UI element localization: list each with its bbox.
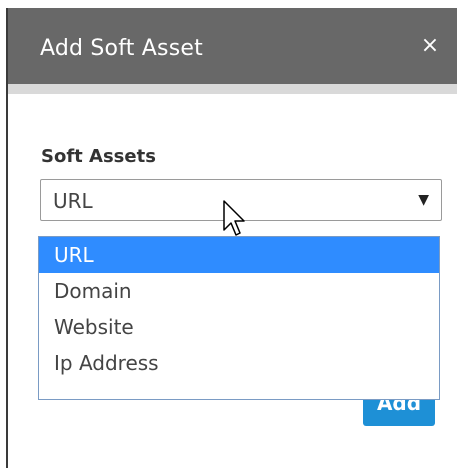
dialog-header: Add Soft Asset × <box>8 8 457 94</box>
dialog-title: Add Soft Asset <box>40 36 203 61</box>
soft-assets-label: Soft Assets <box>41 146 156 167</box>
mouse-pointer-icon <box>223 200 245 236</box>
dropdown-option-url[interactable]: URL <box>39 237 439 273</box>
dropdown-option-website[interactable]: Website <box>39 309 439 345</box>
close-icon[interactable]: × <box>420 34 440 58</box>
select-current-value: URL <box>53 189 93 213</box>
soft-assets-dropdown-list: URL Domain Website Ip Address <box>38 236 440 400</box>
dropdown-option-domain[interactable]: Domain <box>39 273 439 309</box>
chevron-down-icon[interactable]: ▼ <box>418 192 429 208</box>
dropdown-option-ip-address[interactable]: Ip Address <box>39 345 439 381</box>
